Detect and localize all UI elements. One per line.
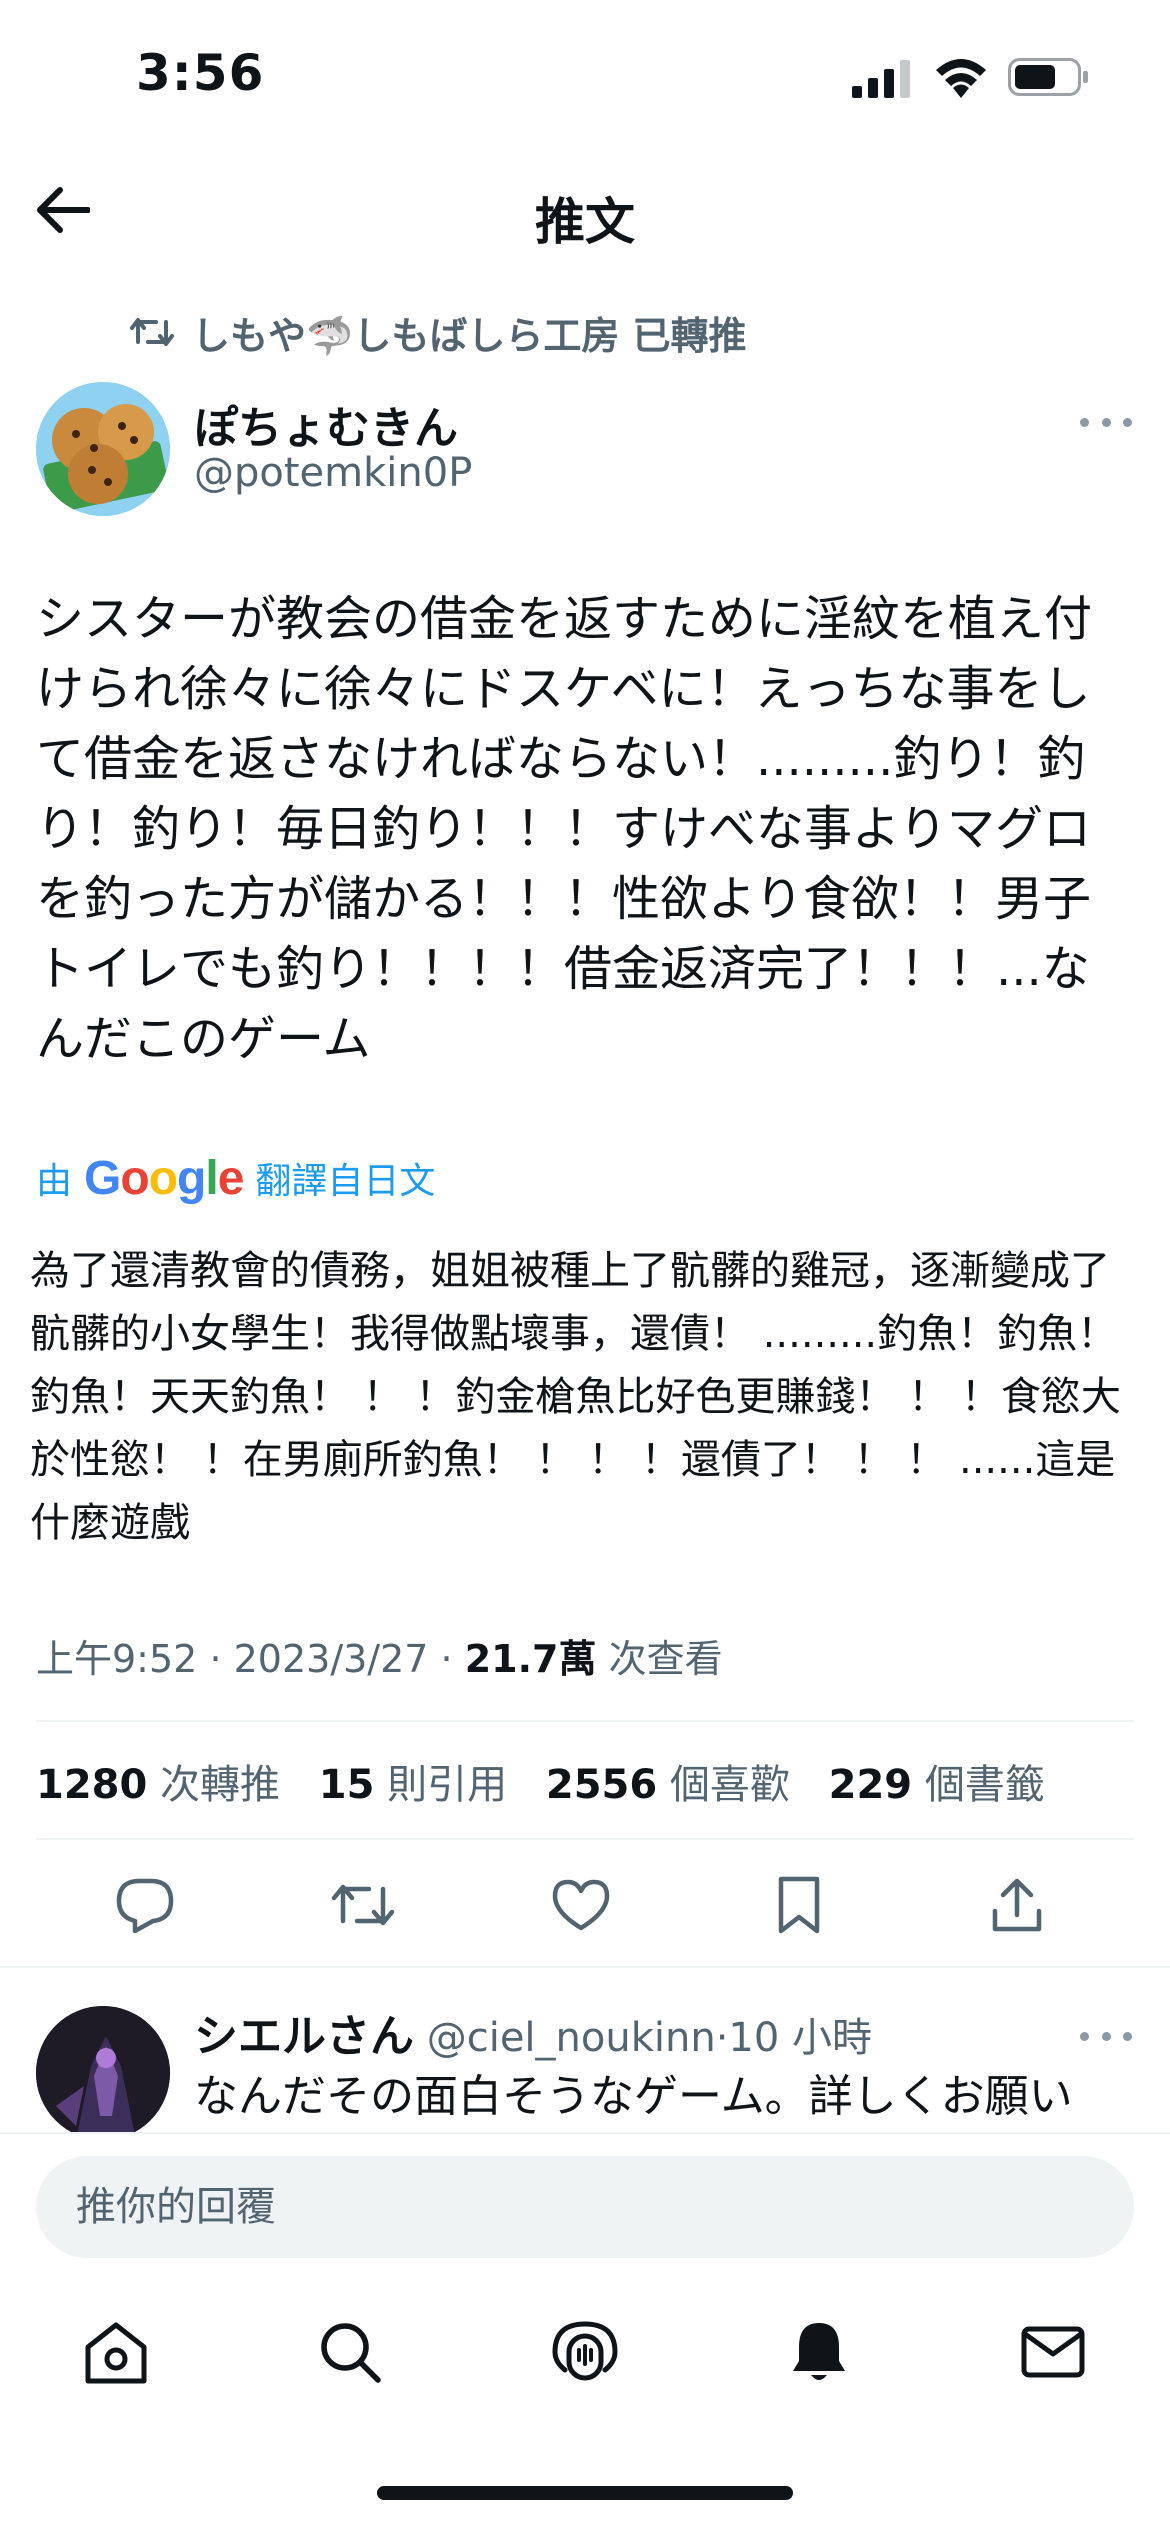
- divider: [36, 1720, 1134, 1722]
- spaces-icon: [552, 2321, 618, 2381]
- translate-suffix: 翻譯自日文: [255, 1161, 436, 1202]
- reply-avatar[interactable]: [36, 2006, 170, 2140]
- dot: [1101, 417, 1111, 427]
- views-count: 21.7萬: [464, 1637, 597, 1681]
- tweet-text: シスターが教会の借金を返すために淫紋を植え付けられ徐々に徐々にドスケベに！えっち…: [36, 591, 1093, 1067]
- quotes-count: 15: [318, 1762, 375, 1808]
- reply-input[interactable]: [36, 2156, 1134, 2258]
- avatar[interactable]: [36, 382, 170, 516]
- dot: [1101, 2031, 1111, 2041]
- page-title: 推文: [535, 193, 635, 251]
- home-indicator[interactable]: [377, 2486, 793, 2500]
- google-logo: Google: [84, 1151, 244, 1205]
- quotes-stat[interactable]: 15 則引用: [319, 1762, 507, 1808]
- bookmarks-count: 229: [828, 1762, 913, 1808]
- tab-home[interactable]: [76, 2312, 156, 2392]
- tab-messages[interactable]: [1013, 2312, 1093, 2392]
- bell-icon: [793, 2323, 845, 2380]
- action-bar: [0, 1868, 1170, 1942]
- dot: [1123, 2031, 1132, 2041]
- separator: ·: [715, 2015, 729, 2061]
- reply-author-handle[interactable]: @ciel_noukinn: [427, 2015, 716, 2061]
- nav-header: 推文: [0, 160, 1170, 260]
- share-icon: [992, 1878, 1042, 1932]
- reply-author-name[interactable]: シエルさん: [194, 2011, 414, 2062]
- wifi-icon: [936, 59, 986, 98]
- retweets-label: 次轉推: [160, 1762, 281, 1808]
- like-icon: [552, 1879, 610, 1931]
- retweet-button[interactable]: [326, 1868, 400, 1942]
- dot: [1080, 2031, 1089, 2041]
- reply-button[interactable]: [108, 1868, 182, 1942]
- reply-header: シエルさん @ciel_noukinn·10 小時: [194, 2000, 872, 2064]
- likes-count: 2556: [545, 1762, 658, 1808]
- reply-text: なんだその面白そうなゲーム。詳しくお願い: [194, 2071, 1073, 2122]
- reply-time: 10 小時: [728, 2015, 873, 2061]
- cookies-avatar-image: [36, 382, 170, 516]
- tweet-time[interactable]: 上午9:52: [36, 1637, 197, 1681]
- divider: [0, 2132, 1170, 2134]
- tweet-date[interactable]: 2023/3/27: [234, 1637, 429, 1681]
- bookmarks-stat[interactable]: 229 個書籤: [829, 1762, 1045, 1808]
- divider: [36, 1838, 1134, 1840]
- search-icon: [321, 2323, 381, 2383]
- retweet-icon: [130, 318, 174, 346]
- quotes-label: 則引用: [387, 1762, 508, 1808]
- tab-spaces[interactable]: [545, 2312, 625, 2392]
- dot: [1123, 417, 1132, 427]
- author-handle[interactable]: @potemkin0P: [194, 450, 472, 496]
- dot: [1080, 417, 1089, 427]
- translation-attribution[interactable]: 由 Google 翻譯自日文: [36, 1150, 435, 1206]
- tweet-stats: 1280 次轉推 15 則引用 2556 個喜歡 229 個書籤: [36, 1752, 1071, 1810]
- signal-icon: [852, 60, 910, 98]
- tab-search[interactable]: [310, 2312, 390, 2392]
- reply-avatar-image: [36, 2006, 170, 2140]
- retweet-icon: [331, 1884, 395, 1926]
- translated-text: 為了還清教會的債務，姐姐被種上了骯髒的雞冠，逐漸變成了骯髒的小女學生！我得做點壞…: [30, 1248, 1121, 1546]
- divider: [0, 1966, 1170, 1968]
- status-bar: 3:56: [0, 0, 1170, 150]
- translate-prefix: 由: [36, 1161, 73, 1202]
- views-label: 次查看: [608, 1637, 723, 1681]
- more-options-button[interactable]: [1080, 408, 1132, 436]
- separator: ·: [440, 1637, 465, 1681]
- likes-label: 個喜歡: [669, 1762, 790, 1808]
- bottom-tab-bar: [0, 2300, 1170, 2420]
- tab-notifications[interactable]: [779, 2312, 859, 2392]
- retweets-count: 1280: [36, 1762, 148, 1808]
- bookmark-icon: [778, 1876, 820, 1934]
- retweet-context[interactable]: しもや🦈しもばしら工房 已轉推: [130, 306, 747, 358]
- share-button[interactable]: [980, 1868, 1054, 1942]
- author-name[interactable]: ぽちょむきん: [194, 392, 458, 456]
- reply-more-options-button[interactable]: [1080, 2022, 1132, 2050]
- retweets-stat[interactable]: 1280 次轉推: [36, 1762, 280, 1808]
- reply-icon: [116, 1878, 174, 1933]
- retweet-context-text: しもや🦈しもばしら工房 已轉推: [192, 313, 747, 358]
- likes-stat[interactable]: 2556 個喜歡: [546, 1762, 790, 1808]
- home-icon: [85, 2322, 147, 2384]
- like-button[interactable]: [544, 1868, 618, 1942]
- separator: ·: [209, 1637, 234, 1681]
- status-time: 3:56: [136, 44, 265, 102]
- battery-icon: [1008, 58, 1088, 96]
- tweet-meta: 上午9:52 · 2023/3/27 · 21.7萬 次查看: [36, 1628, 723, 1683]
- bookmark-button[interactable]: [762, 1868, 836, 1942]
- mail-icon: [1021, 2326, 1085, 2378]
- bookmarks-label: 個書籤: [924, 1762, 1045, 1808]
